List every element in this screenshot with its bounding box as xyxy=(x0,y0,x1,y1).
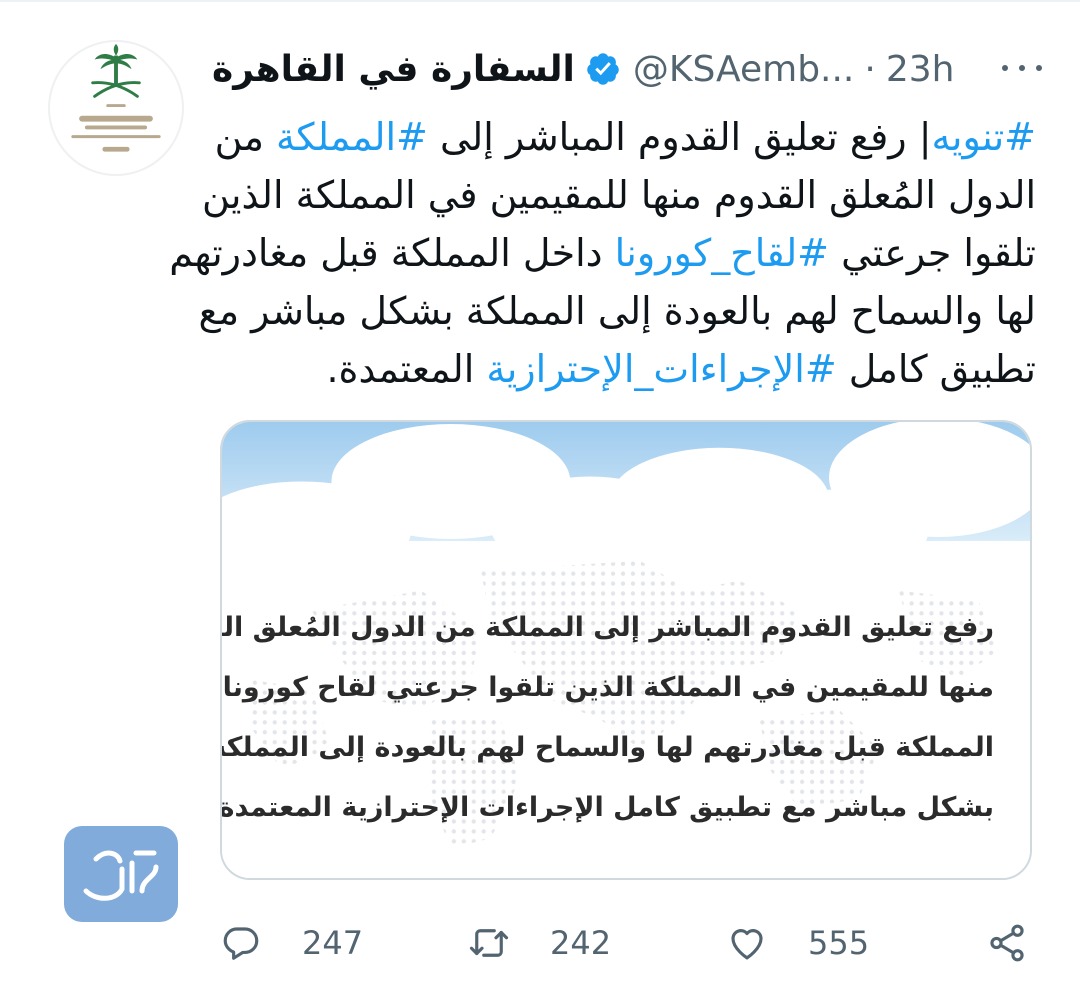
tweet-text-line-1: #تنويه| رفع تعليق القدوم المباشر إلى #ال… xyxy=(214,108,1036,166)
like-count: 555 xyxy=(808,924,870,962)
watermark-calligraphy-icon xyxy=(83,850,159,901)
media-caption-line: بشكل مباشر مع تطبيق كامل الإجراءات الإحت… xyxy=(220,792,994,823)
profile-avatar[interactable] xyxy=(48,40,184,176)
text-segment: المعتمدة. xyxy=(326,347,487,391)
tweet-text-line-5: تطبيق كامل #الإجراءات_الإحترازية المعتمد… xyxy=(216,340,1036,398)
share-icon xyxy=(990,924,1024,962)
retweet-icon xyxy=(469,929,509,957)
tweet-text-line-3: تلقوا جرعتي #لقاح_كورونا داخل المملكة قب… xyxy=(169,224,1036,282)
media-caption-line: المملكة قبل مغادرتهم لها والسماح لهم بال… xyxy=(220,732,994,763)
tweet-time[interactable]: 23h xyxy=(886,49,955,90)
like-button[interactable]: 555 xyxy=(726,915,869,971)
verified-badge-icon xyxy=(585,51,621,87)
text-segment: من xyxy=(214,115,277,159)
hashtag-link[interactable]: #الإجراءات_الإحترازية xyxy=(486,347,836,391)
hashtag-link[interactable]: #المملكة xyxy=(276,115,428,159)
media-caption-line: رفع تعليق القدوم المباشر إلى المملكة من … xyxy=(220,612,994,643)
hashtag-link[interactable]: #لقاح_كورونا xyxy=(615,231,829,275)
media-caption: رفع تعليق القدوم المباشر إلى المملكة من … xyxy=(220,598,994,838)
embassy-emblem-icon xyxy=(71,43,161,152)
share-button[interactable] xyxy=(986,915,1028,971)
tweet-header: السفارة في القاهرة @KSAemb... · 23h xyxy=(212,44,1042,94)
tweet-media-image[interactable]: رفع تعليق القدوم المباشر إلى المملكة من … xyxy=(220,420,1032,880)
reply-button[interactable]: 247 xyxy=(220,915,363,971)
separator-dot: · xyxy=(864,48,876,90)
text-segment: تلقوا جرعتي xyxy=(829,231,1036,275)
top-divider xyxy=(0,0,1080,2)
reply-icon xyxy=(223,927,259,960)
text-segment: | رفع تعليق القدوم المباشر إلى xyxy=(427,115,932,159)
retweet-count: 242 xyxy=(550,924,612,962)
retweet-button[interactable]: 242 xyxy=(468,915,611,971)
reply-count: 247 xyxy=(302,924,364,962)
user-handle[interactable]: @KSAemb... xyxy=(633,49,855,90)
heart-icon xyxy=(731,929,763,960)
more-options-icon[interactable] xyxy=(1002,56,1042,80)
text-segment: داخل المملكة قبل مغادرتهم xyxy=(169,231,615,275)
tweet-text-line-4: لها والسماح لهم بالعودة إلى المملكة بشكل… xyxy=(198,289,1036,333)
hashtag-link[interactable]: #تنويه xyxy=(932,115,1036,159)
tweet-text: #تنويه| رفع تعليق القدوم المباشر إلى #ال… xyxy=(169,108,1036,398)
watermark-logo xyxy=(64,826,178,922)
media-caption-line: منها للمقيمين في المملكة الذين تلقوا جرع… xyxy=(220,672,994,703)
tweet-text-line-2: الدول المُعلق القدوم منها للمقيمين في ال… xyxy=(201,173,1036,217)
text-segment: تطبيق كامل xyxy=(836,347,1036,391)
display-name[interactable]: السفارة في القاهرة xyxy=(212,49,575,90)
tweet-actions: 247 242 555 xyxy=(216,915,1036,971)
